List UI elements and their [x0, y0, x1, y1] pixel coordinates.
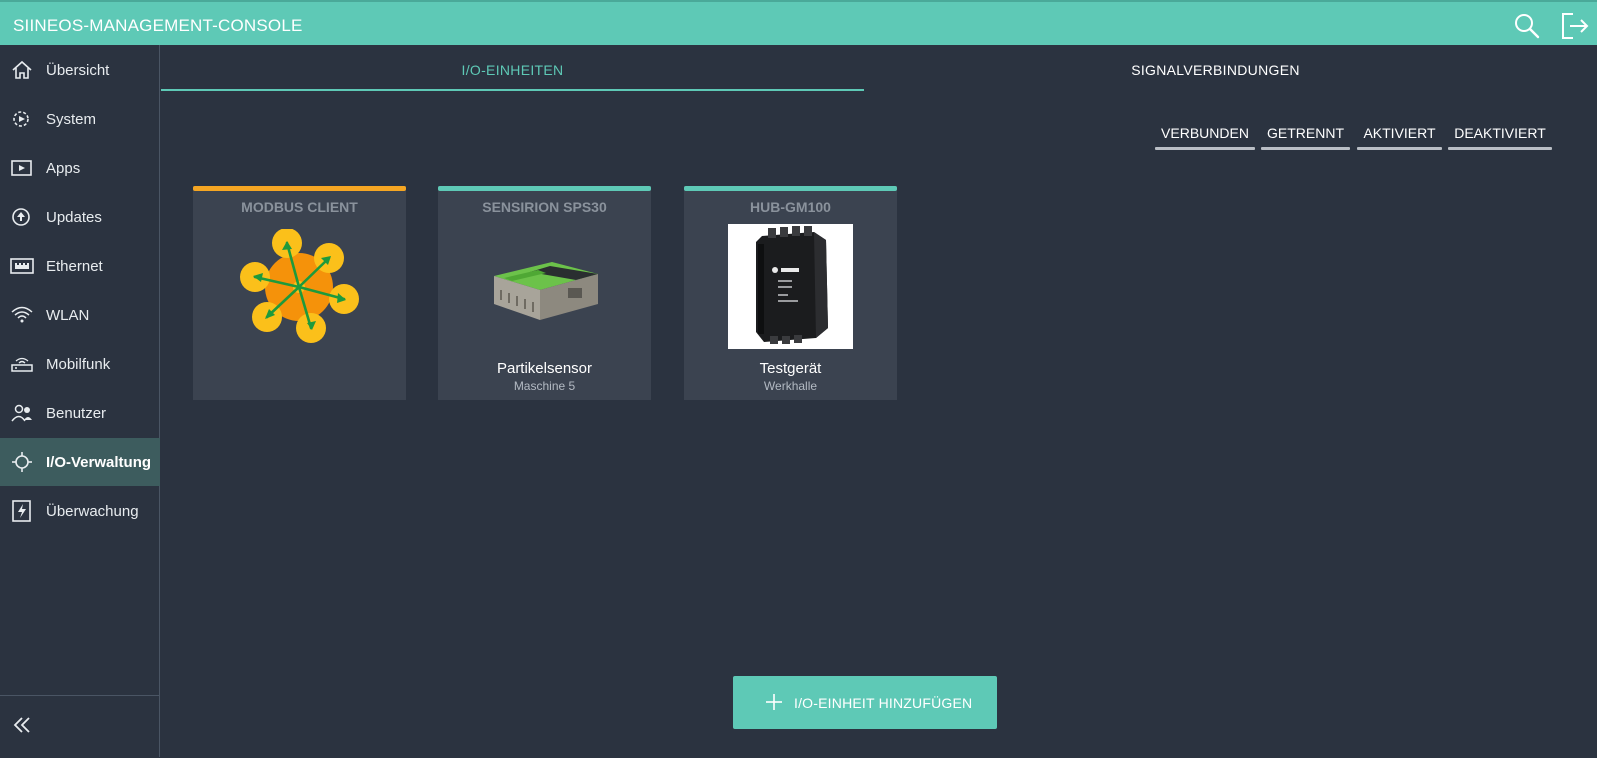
sidebar-footer — [0, 695, 160, 758]
sidebar-item-benutzer[interactable]: Benutzer — [0, 389, 160, 437]
cellular-router-icon — [10, 353, 34, 375]
double-chevron-left-icon[interactable] — [10, 712, 36, 738]
sidebar-item-ethernet[interactable]: Ethernet — [0, 242, 160, 290]
system-settings-icon — [10, 108, 34, 130]
sidebar-item-system[interactable]: System — [0, 95, 160, 143]
status-bar — [193, 186, 406, 191]
modbus-network-icon — [240, 229, 359, 343]
particle-sensor-image — [494, 262, 598, 320]
filter-underline — [1155, 147, 1255, 150]
monitoring-icon — [10, 500, 34, 522]
hub-device-image — [728, 224, 853, 349]
home-icon — [10, 59, 34, 81]
wifi-icon — [10, 304, 34, 326]
filter-underline — [1357, 147, 1442, 150]
status-bar — [684, 186, 897, 191]
sidebar-item-label: WLAN — [46, 307, 90, 324]
card-title: HUB-GM100 — [750, 199, 831, 215]
sidebar-item-mobilfunk[interactable]: Mobilfunk — [0, 340, 160, 388]
sidebar-item-apps[interactable]: Apps — [0, 144, 160, 192]
filter-label: AKTIVIERT — [1363, 125, 1436, 141]
card-title: SENSIRION SPS30 — [482, 199, 607, 215]
logout-icon[interactable] — [1559, 11, 1589, 41]
sidebar-item-updates[interactable]: Updates — [0, 193, 160, 241]
sidebar-item-label: Übersicht — [46, 62, 110, 79]
apps-play-icon — [10, 157, 34, 179]
users-icon — [10, 402, 34, 424]
tab-bar: I/O-EINHEITEN SIGNALVERBINDUNGEN — [161, 45, 1597, 93]
filter-label: DEAKTIVIERT — [1454, 125, 1546, 141]
tab-label: I/O-EINHEITEN — [461, 62, 564, 78]
sidebar-item-label: I/O-Verwaltung — [46, 454, 152, 471]
filter-getrennt-button[interactable]: GETRENNT — [1261, 120, 1350, 150]
upload-arrow-icon — [10, 206, 34, 228]
io-unit-card-hub-gm100[interactable]: HUB-GM100 Testgerät Werkhalle — [684, 186, 897, 400]
tab-signalverbindungen[interactable]: SIGNALVERBINDUNGEN — [864, 45, 1567, 93]
search-icon[interactable] — [1512, 11, 1542, 41]
sidebar-item-label: Überwachung — [46, 503, 139, 520]
card-title: MODBUS CLIENT — [241, 199, 358, 215]
add-io-unit-button[interactable]: I/O-EINHEIT HINZUFÜGEN — [733, 676, 997, 729]
status-bar — [438, 186, 651, 191]
top-app-bar: SIINEOS-MANAGEMENT-CONSOLE — [0, 0, 1597, 45]
sidebar-item-label: Ethernet — [46, 258, 103, 275]
sidebar-item-wlan[interactable]: WLAN — [0, 291, 160, 339]
card-device-location: Maschine 5 — [513, 379, 576, 393]
sidebar-item-label: System — [46, 111, 97, 128]
add-io-unit-label: I/O-EINHEIT HINZUFÜGEN — [794, 695, 973, 711]
filter-verbunden-button[interactable]: VERBUNDEN — [1155, 120, 1255, 150]
sidebar-item-label: Updates — [46, 209, 102, 226]
sidebar-nav: Übersicht System Apps Updates Ethernet W… — [0, 45, 160, 757]
filter-label: GETRENNT — [1267, 125, 1344, 141]
tab-io-einheiten[interactable]: I/O-EINHEITEN — [161, 45, 864, 93]
sidebar-item-io-verwaltung[interactable]: I/O-Verwaltung — [0, 438, 160, 486]
card-device-name: Partikelsensor — [496, 360, 593, 377]
card-device-name: Testgerät — [759, 360, 822, 377]
io-management-icon — [10, 451, 34, 473]
filter-label: VERBUNDEN — [1161, 125, 1249, 141]
filter-aktiviert-button[interactable]: AKTIVIERT — [1357, 120, 1442, 150]
tab-active-indicator — [161, 89, 864, 91]
filter-deaktiviert-button[interactable]: DEAKTIVIERT — [1448, 120, 1552, 150]
sidebar-item-label: Mobilfunk — [46, 356, 111, 373]
sidebar-item-ueberwachung[interactable]: Überwachung — [0, 487, 160, 535]
sidebar-item-uebersicht[interactable]: Übersicht — [0, 46, 160, 94]
ethernet-port-icon — [10, 255, 34, 277]
card-device-location: Werkhalle — [763, 379, 818, 393]
tab-label: SIGNALVERBINDUNGEN — [1131, 62, 1300, 78]
io-unit-card-sensirion-sps30[interactable]: SENSIRION SPS30 Partikelsensor Maschine … — [438, 186, 651, 400]
io-unit-card-modbus-client[interactable]: MODBUS CLIENT — [193, 186, 406, 400]
plus-icon — [765, 693, 783, 711]
filter-underline — [1448, 147, 1552, 150]
sidebar-item-label: Apps — [46, 160, 81, 177]
app-title: SIINEOS-MANAGEMENT-CONSOLE — [13, 16, 303, 35]
sidebar-item-label: Benutzer — [46, 405, 107, 422]
filter-underline — [1261, 147, 1350, 150]
